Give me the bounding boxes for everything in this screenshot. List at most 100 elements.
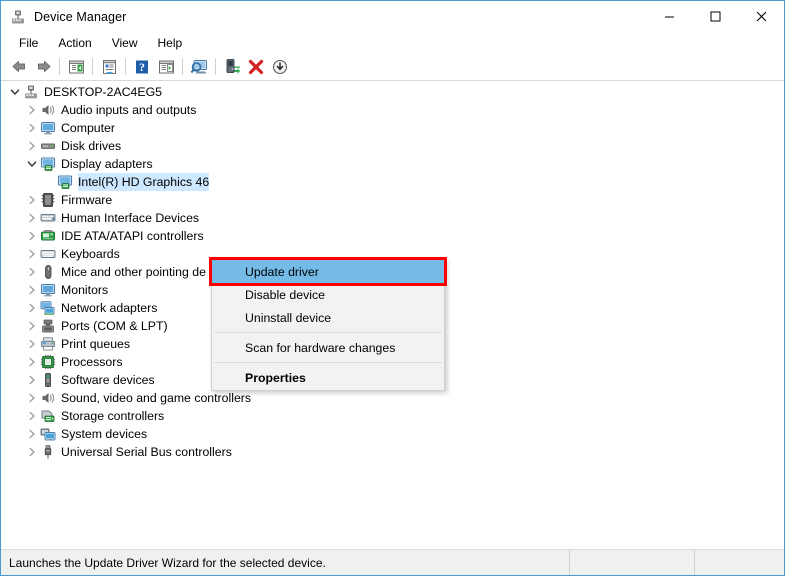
- menu-file[interactable]: File: [9, 34, 48, 52]
- tree-node-category[interactable]: Audio inputs and outputs: [1, 101, 784, 119]
- tree-node-label: DESKTOP-2AC4EG5: [44, 83, 162, 101]
- chevron-right-icon[interactable]: [24, 191, 40, 209]
- keyboard-icon: [40, 246, 56, 262]
- monitor-icon: [40, 120, 56, 136]
- tree-node-root[interactable]: DESKTOP-2AC4EG5: [1, 83, 784, 101]
- tree-node-device[interactable]: Intel(R) HD Graphics 46: [1, 173, 784, 191]
- chevron-right-icon[interactable]: [24, 335, 40, 353]
- firmware-icon: [40, 192, 56, 208]
- context-menu-row: Scan for hardware changes: [212, 336, 444, 359]
- tree-node-label: IDE ATA/ATAPI controllers: [61, 227, 204, 245]
- device-tree-panel: DESKTOP-2AC4EG5Audio inputs and outputsC…: [1, 81, 784, 549]
- chevron-right-icon[interactable]: [24, 137, 40, 155]
- tree-node-category[interactable]: Sound, video and game controllers: [1, 389, 784, 407]
- maximize-button[interactable]: [692, 1, 738, 31]
- context-menu-item-update-driver[interactable]: Update driver: [212, 260, 444, 283]
- chevron-right-icon[interactable]: [24, 389, 40, 407]
- context-menu-item-scan-for-hardware-changes[interactable]: Scan for hardware changes: [212, 336, 444, 359]
- context-menu-item-disable-device[interactable]: Disable device: [212, 283, 444, 306]
- tree-node-category[interactable]: Storage controllers: [1, 407, 784, 425]
- context-menu-separator: [214, 332, 442, 333]
- window-title: Device Manager: [34, 10, 126, 24]
- tree-node-category[interactable]: Human Interface Devices: [1, 209, 784, 227]
- device-manager-window: Device Manager File Action View Help: [0, 0, 785, 576]
- context-menu-item-uninstall-device[interactable]: Uninstall device: [212, 306, 444, 329]
- computer-root-icon: [23, 84, 39, 100]
- tree-node-label: Disk drives: [61, 137, 121, 155]
- minimize-button[interactable]: [646, 1, 692, 31]
- titlebar: Device Manager: [1, 1, 784, 32]
- disable-device-icon[interactable]: [268, 55, 292, 78]
- chevron-right-icon[interactable]: [24, 299, 40, 317]
- context-menu-item-properties[interactable]: Properties: [212, 366, 444, 389]
- chevron-down-icon[interactable]: [24, 155, 40, 173]
- context-menu-item-label: Uninstall device: [245, 311, 331, 325]
- window-controls: [646, 1, 784, 31]
- tree-node-category[interactable]: Display adapters: [1, 155, 784, 173]
- chevron-down-icon[interactable]: [7, 83, 23, 101]
- chevron-right-icon[interactable]: [24, 245, 40, 263]
- menubar: File Action View Help: [1, 32, 784, 53]
- update-driver-icon[interactable]: [220, 55, 244, 78]
- status-message: Launches the Update Driver Wizard for th…: [1, 556, 569, 570]
- toolbar-separator: [182, 58, 183, 75]
- chevron-right-icon[interactable]: [24, 209, 40, 227]
- forward-icon[interactable]: [31, 55, 55, 78]
- context-menu: Update driver Disable device Uninstall dev…: [211, 258, 445, 391]
- context-menu-item-label: Properties: [245, 371, 306, 385]
- menu-help[interactable]: Help: [148, 34, 193, 52]
- usb-icon: [40, 444, 56, 460]
- device-manager-icon: [10, 9, 26, 25]
- tree-node-category[interactable]: IDE ATA/ATAPI controllers: [1, 227, 784, 245]
- chevron-right-icon[interactable]: [24, 263, 40, 281]
- system-device-icon: [40, 426, 56, 442]
- tree-node-label: System devices: [61, 425, 147, 443]
- chevron-right-icon[interactable]: [24, 353, 40, 371]
- show-hide-action-pane-icon[interactable]: [154, 55, 178, 78]
- back-icon[interactable]: [7, 55, 31, 78]
- menu-view[interactable]: View: [102, 34, 148, 52]
- tree-node-category[interactable]: System devices: [1, 425, 784, 443]
- tree-node-category[interactable]: Universal Serial Bus controllers: [1, 443, 784, 461]
- statusbar: Launches the Update Driver Wizard for th…: [1, 549, 784, 575]
- chevron-right-icon[interactable]: [24, 407, 40, 425]
- tree-node-label: Processors: [61, 353, 123, 371]
- toolbar-separator: [92, 58, 93, 75]
- scan-for-hardware-changes-icon[interactable]: [187, 55, 211, 78]
- network-adapter-icon: [40, 300, 56, 316]
- toolbar-separator: [215, 58, 216, 75]
- tree-node-label: Storage controllers: [61, 407, 164, 425]
- chevron-right-icon[interactable]: [24, 317, 40, 335]
- context-menu-row: Disable device: [212, 283, 444, 306]
- tree-node-category[interactable]: Computer: [1, 119, 784, 137]
- close-button[interactable]: [738, 1, 784, 31]
- context-menu-item-label: Disable device: [245, 288, 325, 302]
- chevron-right-icon[interactable]: [24, 227, 40, 245]
- toolbar: ?: [1, 53, 784, 81]
- ide-controller-icon: [40, 228, 56, 244]
- chevron-right-icon[interactable]: [24, 371, 40, 389]
- tree-node-label: Keyboards: [61, 245, 120, 263]
- software-device-icon: [40, 372, 56, 388]
- processor-icon: [40, 354, 56, 370]
- chevron-right-icon[interactable]: [24, 119, 40, 137]
- menu-action[interactable]: Action: [48, 34, 101, 52]
- properties-icon[interactable]: [97, 55, 121, 78]
- status-pane-1: [569, 550, 694, 575]
- uninstall-device-icon[interactable]: [244, 55, 268, 78]
- chevron-right-icon[interactable]: [24, 425, 40, 443]
- mouse-icon: [40, 264, 56, 280]
- tree-node-label: Mice and other pointing de: [61, 263, 206, 281]
- context-menu-item-label: Update driver: [245, 265, 319, 279]
- chevron-right-icon[interactable]: [24, 443, 40, 461]
- help-icon[interactable]: ?: [130, 55, 154, 78]
- tree-node-label: Computer: [61, 119, 115, 137]
- chevron-right-icon[interactable]: [24, 281, 40, 299]
- monitor-icon: [40, 282, 56, 298]
- toolbar-separator: [59, 58, 60, 75]
- show-hide-console-tree-icon[interactable]: [64, 55, 88, 78]
- tree-node-category[interactable]: Disk drives: [1, 137, 784, 155]
- tree-node-category[interactable]: Firmware: [1, 191, 784, 209]
- chevron-right-icon[interactable]: [24, 101, 40, 119]
- status-pane-2: [694, 550, 784, 575]
